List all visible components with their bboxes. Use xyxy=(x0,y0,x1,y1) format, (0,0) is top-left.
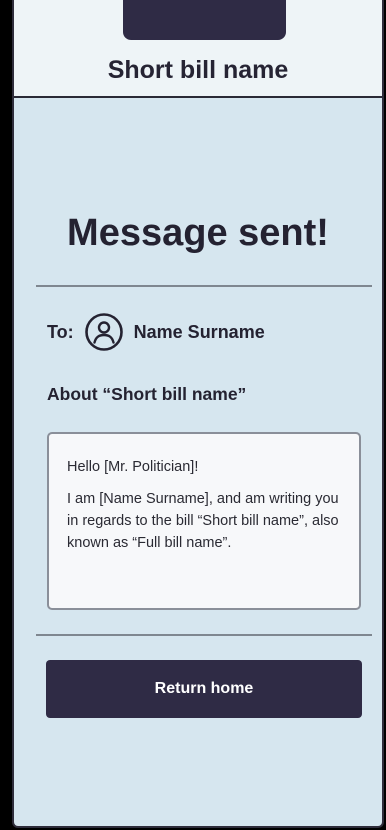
return-home-button[interactable]: Return home xyxy=(46,660,362,718)
divider-bottom xyxy=(36,634,372,636)
recipient-name: Name Surname xyxy=(133,321,265,342)
bill-about-label: About “Short bill name” xyxy=(47,384,247,404)
page-title: Message sent! xyxy=(67,212,329,254)
message-greeting: Hello [Mr. Politician]! xyxy=(67,459,199,475)
header-title: Short bill name xyxy=(107,56,289,84)
user-circle-icon xyxy=(84,312,124,352)
divider-top xyxy=(36,285,372,287)
device-notch xyxy=(123,0,286,40)
message-body: I am [Name Surname], and am writing you … xyxy=(67,491,339,551)
message-preview: Hello [Mr. Politician]! I am [Name Surna… xyxy=(47,432,361,610)
recipient-row: To: Name Surname xyxy=(47,312,265,352)
to-label: To: xyxy=(47,321,74,342)
phone-screen: Short bill name Message sent! To: Name S… xyxy=(12,0,384,828)
